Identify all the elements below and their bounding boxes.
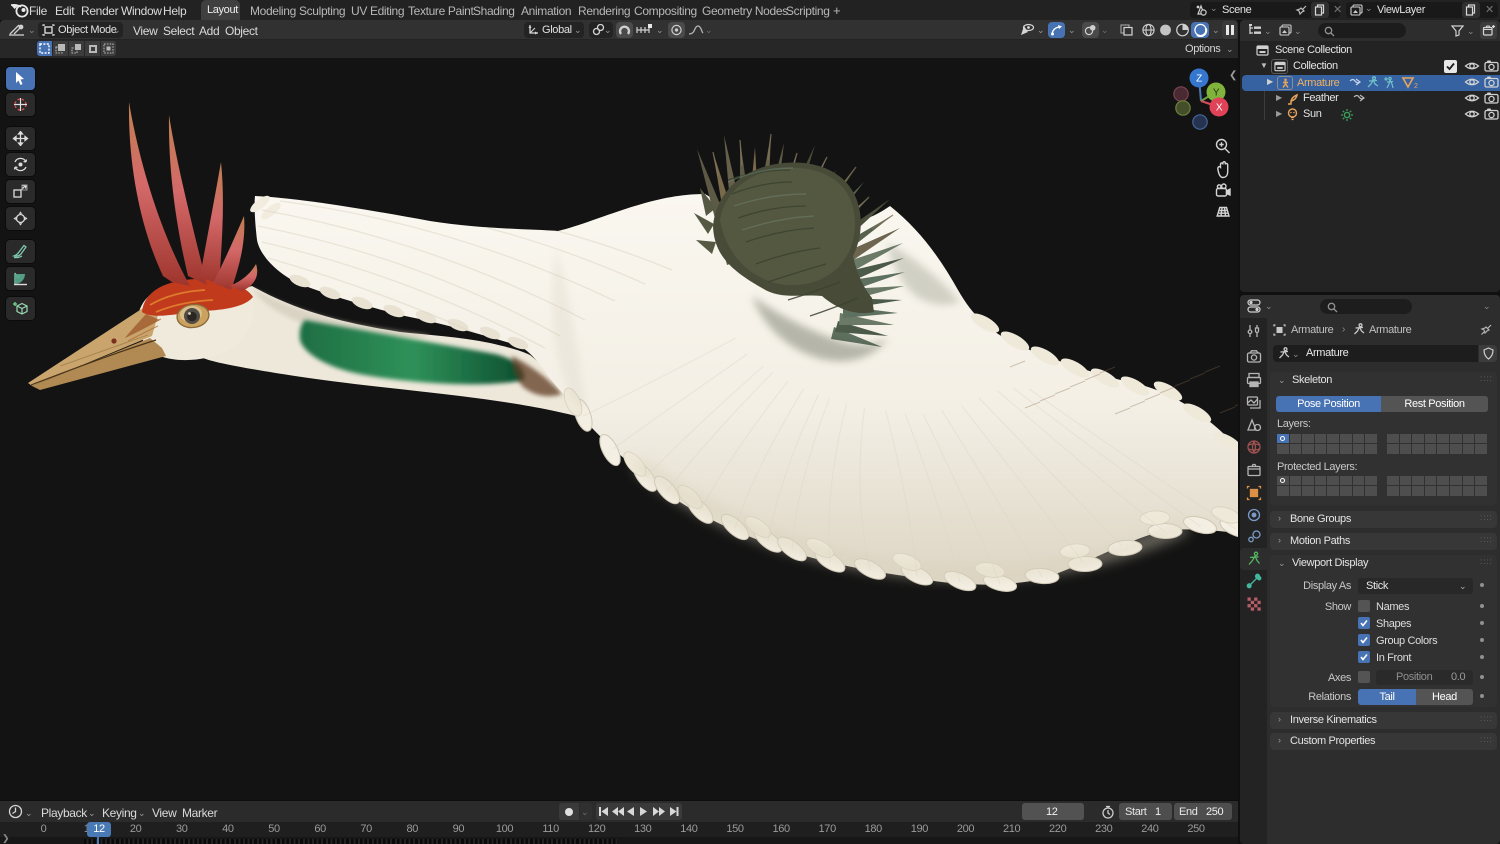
svg-text:2: 2 (1414, 83, 1418, 90)
svg-text:X: X (1216, 103, 1223, 114)
svg-text:Z: Z (1196, 74, 1202, 85)
svg-text:Y: Y (1213, 88, 1220, 99)
